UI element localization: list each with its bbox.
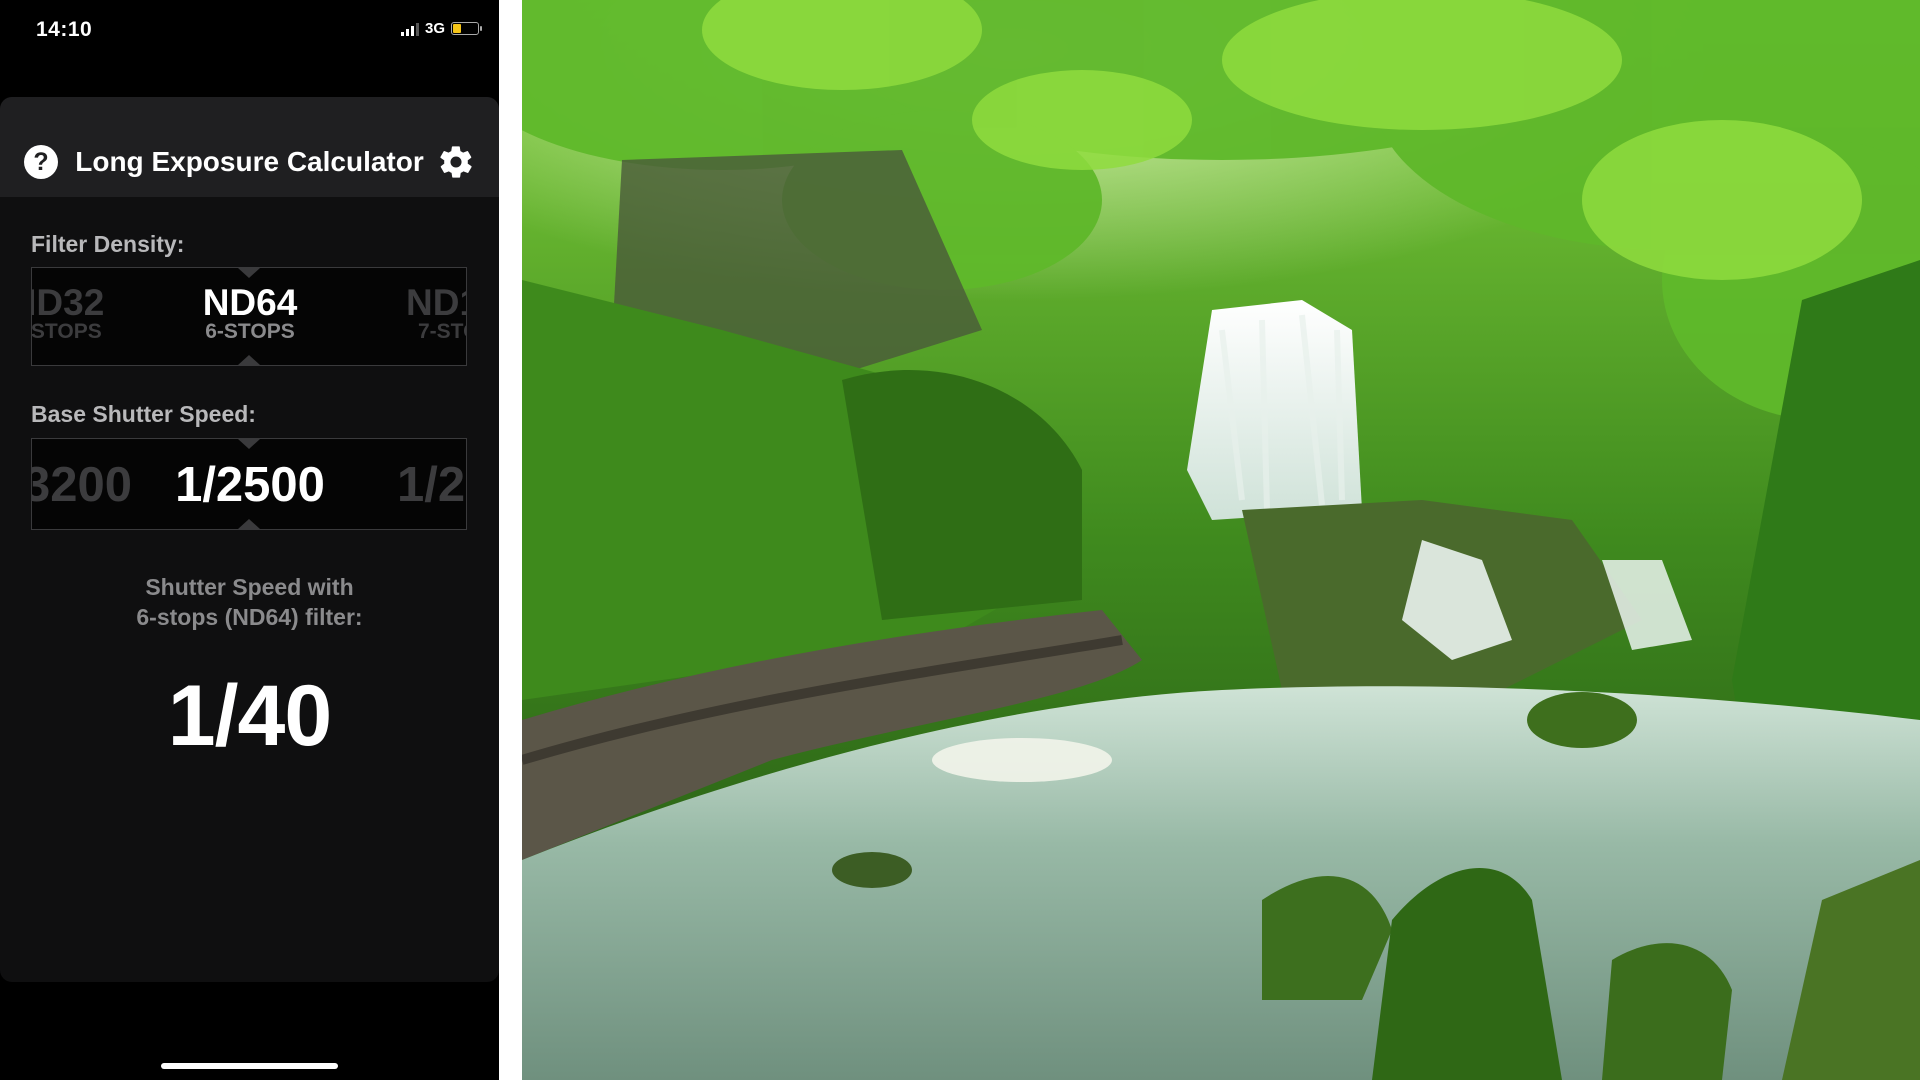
filter-option-next[interactable]: ND128 7-STOPS [406, 282, 466, 343]
phone-screen: 14:10 3G ? Long Exposure Calculator Filt… [0, 0, 499, 1080]
filter-next-stops: 7-STOPS [418, 320, 466, 343]
shutter-option-selected[interactable]: 1/2500 [150, 459, 350, 511]
result-shutter-speed: 1/40 [167, 668, 332, 764]
picker-pointer-bottom [238, 519, 260, 529]
battery-level [453, 24, 461, 33]
filter-selected-stops: 6-STOPS [205, 320, 295, 343]
network-type: 3G [424, 20, 445, 37]
filter-option-selected[interactable]: ND64 6-STOPS [150, 282, 350, 343]
base-shutter-picker[interactable]: 1/3200 1/2500 1/2000 [31, 438, 467, 530]
result-caption: Shutter Speed with 6-stops (ND64) filter… [0, 572, 499, 632]
filter-option-prev[interactable]: ND32 5-STOPS [31, 282, 132, 343]
status-indicators: 3G [400, 20, 482, 37]
home-indicator[interactable] [161, 1063, 338, 1069]
picker-pointer-top [238, 268, 260, 278]
picker-pointer-bottom [238, 355, 260, 365]
shutter-option-prev[interactable]: 1/3200 [32, 459, 132, 511]
base-shutter-label: Base Shutter Speed: [31, 401, 256, 427]
app-title: Long Exposure Calculator [75, 146, 424, 177]
waterfall-photo [522, 0, 1920, 1080]
signal-icon [400, 22, 419, 36]
battery-icon [451, 22, 482, 35]
app-card: ? Long Exposure Calculator Filter Densit… [0, 97, 499, 982]
app-header: ? Long Exposure Calculator [0, 97, 499, 197]
shutter-option-next[interactable]: 1/2000 [397, 459, 466, 511]
status-bar: 14:10 3G [0, 0, 499, 60]
status-time: 14:10 [36, 18, 93, 41]
gear-icon[interactable] [437, 143, 475, 181]
filter-prev-value: ND32 [32, 282, 105, 323]
filter-prev-stops: 5-STOPS [31, 320, 102, 343]
result-caption-line2: 6-stops (ND64) filter: [136, 604, 363, 630]
picker-pointer-top [238, 439, 260, 449]
result-caption-line1: Shutter Speed with [145, 574, 354, 600]
filter-density-picker[interactable]: ND32 5-STOPS ND64 6-STOPS ND128 7-STOPS [31, 267, 467, 366]
filter-density-label: Filter Density: [31, 231, 185, 257]
waterfall-illustration [522, 0, 1920, 1080]
filter-next-value: ND128 [406, 282, 466, 323]
filter-selected-value: ND64 [202, 282, 298, 323]
